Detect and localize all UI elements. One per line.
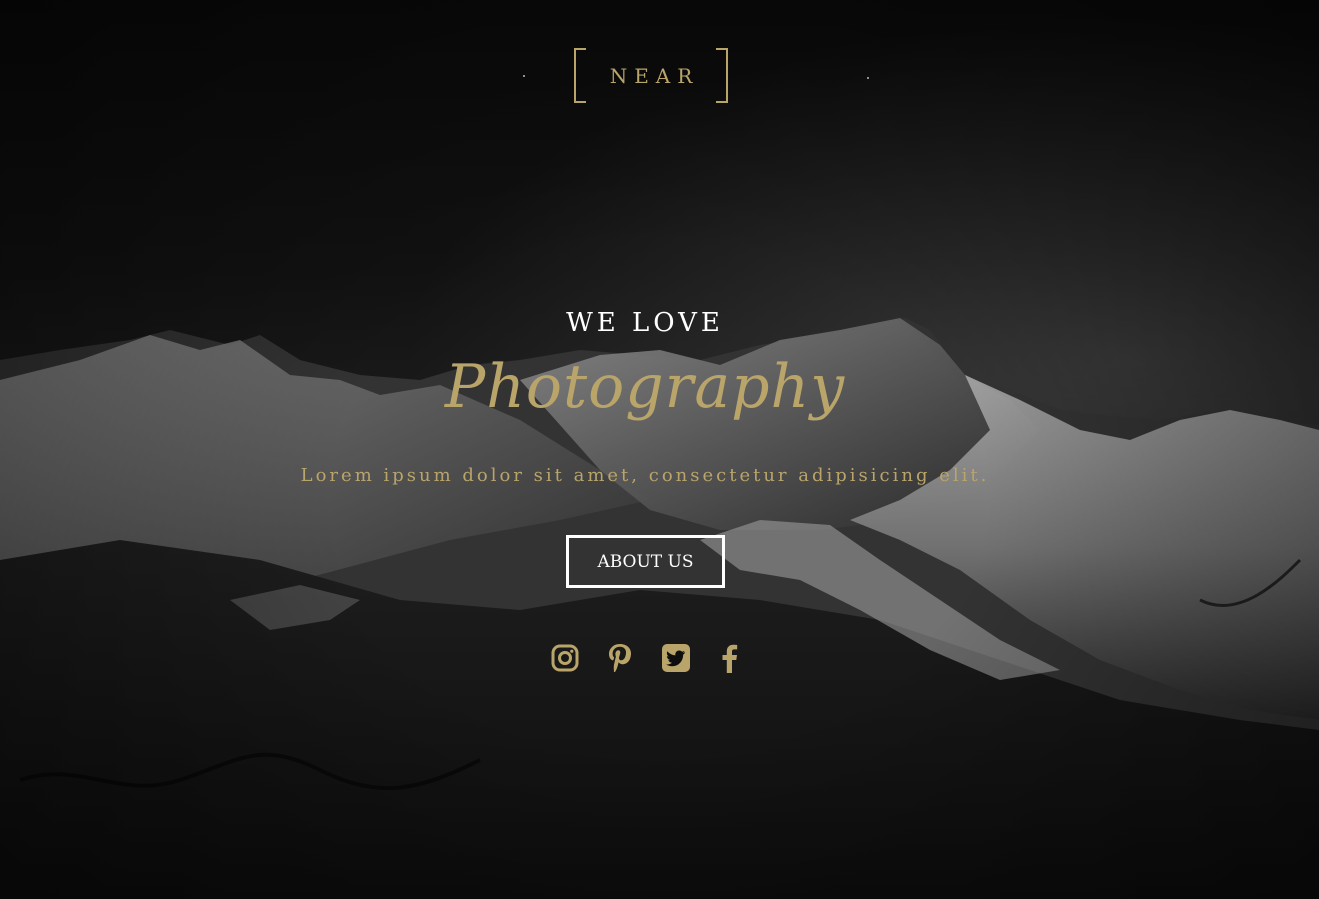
logo-left-bracket [574, 48, 586, 103]
hero-eyebrow: WE LOVE [566, 308, 724, 338]
instagram-icon [551, 644, 579, 672]
logo-right-bracket [716, 48, 728, 103]
about-us-button[interactable]: ABOUT US [566, 535, 725, 588]
star-dot [523, 75, 525, 77]
twitter-icon [662, 644, 690, 672]
brand-logo[interactable]: NEAR [574, 48, 728, 103]
hero-headline: Photography [444, 352, 846, 422]
instagram-link[interactable] [548, 640, 582, 676]
star-dot [867, 77, 869, 79]
facebook-link[interactable] [712, 640, 746, 676]
pinterest-link[interactable] [603, 640, 637, 676]
pinterest-icon [609, 644, 631, 672]
mountain-background-image [0, 318, 1319, 899]
hero-lead-text: Lorem ipsum dolor sit amet, consectetur … [300, 465, 990, 486]
twitter-link[interactable] [659, 640, 693, 676]
hero-section: NEAR WE LOVE Photography Lorem ipsum dol… [0, 0, 1319, 899]
social-links [548, 640, 748, 678]
facebook-icon [722, 644, 738, 673]
logo-text: NEAR [609, 63, 700, 88]
